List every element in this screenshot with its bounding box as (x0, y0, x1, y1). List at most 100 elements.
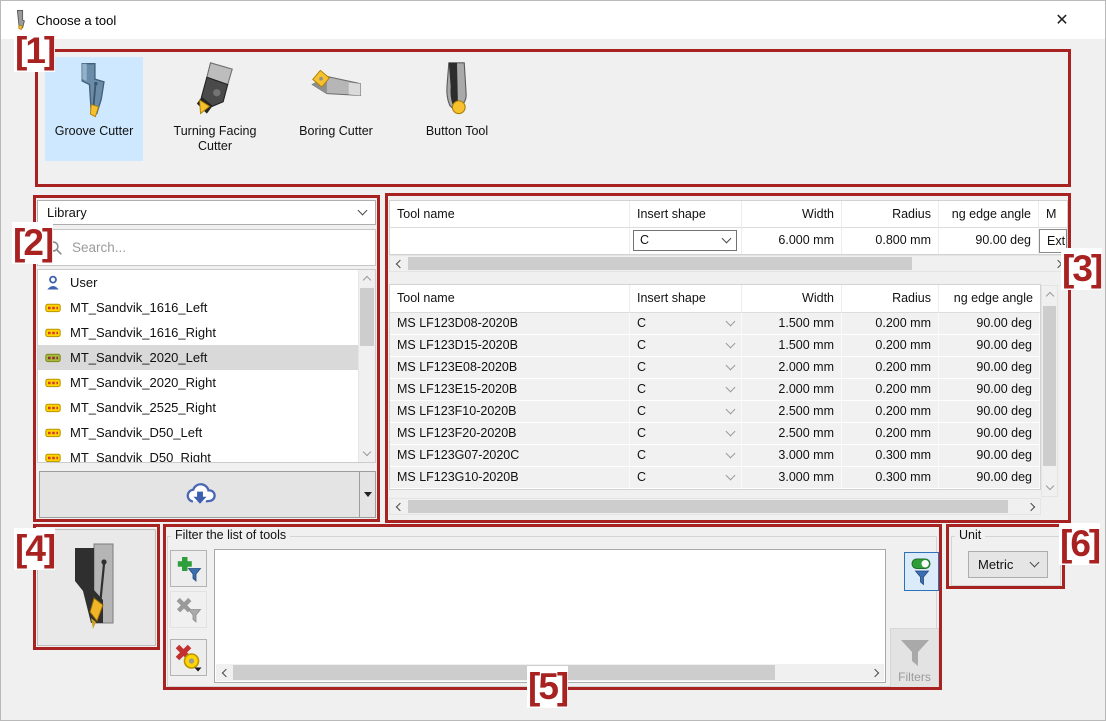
remove-filter-button[interactable] (170, 591, 207, 628)
column-header[interactable]: Width (742, 201, 842, 228)
insert-shape-select[interactable]: C (633, 230, 737, 251)
filter-list-hscrollbar[interactable] (216, 664, 884, 681)
tool-name[interactable]: MS LF123G07-2020C (390, 445, 630, 467)
add-filter-button[interactable] (170, 550, 207, 587)
tool-width[interactable]: 3.000 mm (742, 445, 842, 467)
tree-item[interactable]: MT_Sandvik_1616_Right (38, 320, 375, 345)
tool-edge-angle[interactable]: 90.00 deg (939, 467, 1040, 489)
tool-edge-angle[interactable]: 90.00 deg (939, 335, 1040, 357)
scroll-left-icon[interactable] (216, 664, 232, 681)
tool-type-boring-cutter[interactable]: Boring Cutter (287, 57, 385, 161)
search-input[interactable] (70, 239, 367, 256)
tool-insert-shape[interactable]: C (630, 335, 742, 357)
current-width[interactable]: 6.000 mm (742, 228, 842, 254)
h-scrollbar-thumb[interactable] (408, 257, 912, 270)
scroll-up-icon[interactable] (1042, 286, 1057, 303)
tool-width[interactable]: 2.000 mm (742, 357, 842, 379)
column-header[interactable]: M (1039, 201, 1067, 228)
scroll-up-icon[interactable] (359, 270, 375, 287)
tool-type-button-tool[interactable]: Button Tool (408, 57, 506, 161)
tool-row[interactable]: MS LF123E08-2020B C 2.000 mm 0.200 mm 90… (390, 357, 1040, 379)
download-library-button[interactable] (39, 471, 360, 518)
tree-item[interactable]: MT_Sandvik_D50_Left (38, 420, 375, 445)
tool-type-turning-facing-cutter[interactable]: Turning Facing Cutter (166, 57, 264, 161)
tree-item[interactable]: MT_Sandvik_2020_Right (38, 370, 375, 395)
tool-name[interactable]: MS LF123F10-2020B (390, 401, 630, 423)
h-scrollbar-thumb[interactable] (408, 500, 1008, 513)
tool-radius[interactable]: 0.200 mm (842, 335, 939, 357)
column-header[interactable]: Width (742, 285, 842, 313)
clear-filters-button[interactable] (170, 639, 207, 676)
tool-type-groove-cutter[interactable]: Groove Cutter (45, 57, 143, 161)
tree-scrollbar[interactable] (358, 270, 375, 462)
tree-item-selected[interactable]: MT_Sandvik_2020_Left (38, 345, 375, 370)
tree-item-user[interactable]: User (38, 270, 375, 295)
filter-list[interactable] (214, 549, 886, 683)
tool-name[interactable]: MS LF123D15-2020B (390, 335, 630, 357)
tool-row[interactable]: MS LF123G10-2020B C 3.000 mm 0.300 mm 90… (390, 467, 1040, 489)
tool-name[interactable]: MS LF123D08-2020B (390, 313, 630, 335)
tool-insert-shape[interactable]: C (630, 379, 742, 401)
tool-insert-shape[interactable]: C (630, 357, 742, 379)
tool-insert-shape[interactable]: C (630, 313, 742, 335)
tool-width[interactable]: 1.500 mm (742, 335, 842, 357)
scroll-left-icon[interactable] (390, 499, 406, 514)
column-header[interactable]: ng edge angle (939, 285, 1040, 313)
toggle-filters-button[interactable] (904, 552, 939, 591)
close-button[interactable]: ✕ (1051, 10, 1073, 32)
scroll-down-icon[interactable] (359, 445, 375, 462)
scroll-right-icon[interactable] (1024, 499, 1040, 514)
scroll-right-icon[interactable] (868, 664, 884, 681)
tool-edge-angle[interactable]: 90.00 deg (939, 423, 1040, 445)
tool-radius[interactable]: 0.200 mm (842, 379, 939, 401)
tool-row[interactable]: MS LF123G07-2020C C 3.000 mm 0.300 mm 90… (390, 445, 1040, 467)
download-options-dropdown[interactable] (359, 471, 376, 518)
h-scrollbar-thumb[interactable] (233, 665, 775, 680)
current-table-hscrollbar[interactable] (389, 255, 1068, 272)
tool-width[interactable]: 2.500 mm (742, 423, 842, 445)
tool-row[interactable]: MS LF123E15-2020B C 2.000 mm 0.200 mm 90… (390, 379, 1040, 401)
search-box[interactable] (37, 229, 376, 266)
scroll-right-icon[interactable] (1051, 256, 1067, 271)
column-header[interactable]: Radius (842, 285, 939, 313)
scroll-down-icon[interactable] (1042, 479, 1057, 496)
current-tool-name[interactable] (390, 228, 630, 254)
current-mounting[interactable]: Ext (1039, 229, 1067, 253)
column-header[interactable]: Insert shape (630, 285, 742, 313)
column-header[interactable]: Tool name (390, 285, 630, 313)
tool-name[interactable]: MS LF123F20-2020B (390, 423, 630, 445)
current-radius[interactable]: 0.800 mm (842, 228, 939, 254)
tree-item[interactable]: MT_Sandvik_D50_Right (38, 445, 375, 463)
tool-radius[interactable]: 0.200 mm (842, 313, 939, 335)
tool-row[interactable]: MS LF123D15-2020B C 1.500 mm 0.200 mm 90… (390, 335, 1040, 357)
tool-row[interactable]: MS LF123D08-2020B C 1.500 mm 0.200 mm 90… (390, 313, 1040, 335)
tree-item[interactable]: MT_Sandvik_1616_Left (38, 295, 375, 320)
tool-radius[interactable]: 0.200 mm (842, 401, 939, 423)
tree-item[interactable]: MT_Sandvik_2525_Right (38, 395, 375, 420)
library-select[interactable]: Library (37, 200, 376, 225)
tool-edge-angle[interactable]: 90.00 deg (939, 379, 1040, 401)
column-header[interactable]: Tool name (390, 201, 630, 228)
tree-scrollbar-thumb[interactable] (360, 288, 374, 346)
tool-radius[interactable]: 0.300 mm (842, 445, 939, 467)
scroll-left-icon[interactable] (390, 256, 406, 271)
current-edge-angle[interactable]: 90.00 deg (939, 228, 1039, 254)
tool-edge-angle[interactable]: 90.00 deg (939, 313, 1040, 335)
tools-table-vscrollbar[interactable] (1041, 285, 1058, 497)
v-scrollbar-thumb[interactable] (1043, 306, 1056, 466)
tool-width[interactable]: 3.000 mm (742, 467, 842, 489)
tool-radius[interactable]: 0.200 mm (842, 423, 939, 445)
tool-width[interactable]: 2.000 mm (742, 379, 842, 401)
tool-insert-shape[interactable]: C (630, 401, 742, 423)
tool-width[interactable]: 1.500 mm (742, 313, 842, 335)
tools-table-hscrollbar[interactable] (389, 498, 1041, 515)
column-header[interactable]: Radius (842, 201, 939, 228)
tool-insert-shape[interactable]: C (630, 423, 742, 445)
tool-insert-shape[interactable]: C (630, 467, 742, 489)
tool-edge-angle[interactable]: 90.00 deg (939, 401, 1040, 423)
column-header[interactable]: ng edge angle (939, 201, 1039, 228)
tool-insert-shape[interactable]: C (630, 445, 742, 467)
column-header[interactable]: Insert shape (630, 201, 742, 228)
tool-radius[interactable]: 0.300 mm (842, 467, 939, 489)
tool-row[interactable]: MS LF123F10-2020B C 2.500 mm 0.200 mm 90… (390, 401, 1040, 423)
